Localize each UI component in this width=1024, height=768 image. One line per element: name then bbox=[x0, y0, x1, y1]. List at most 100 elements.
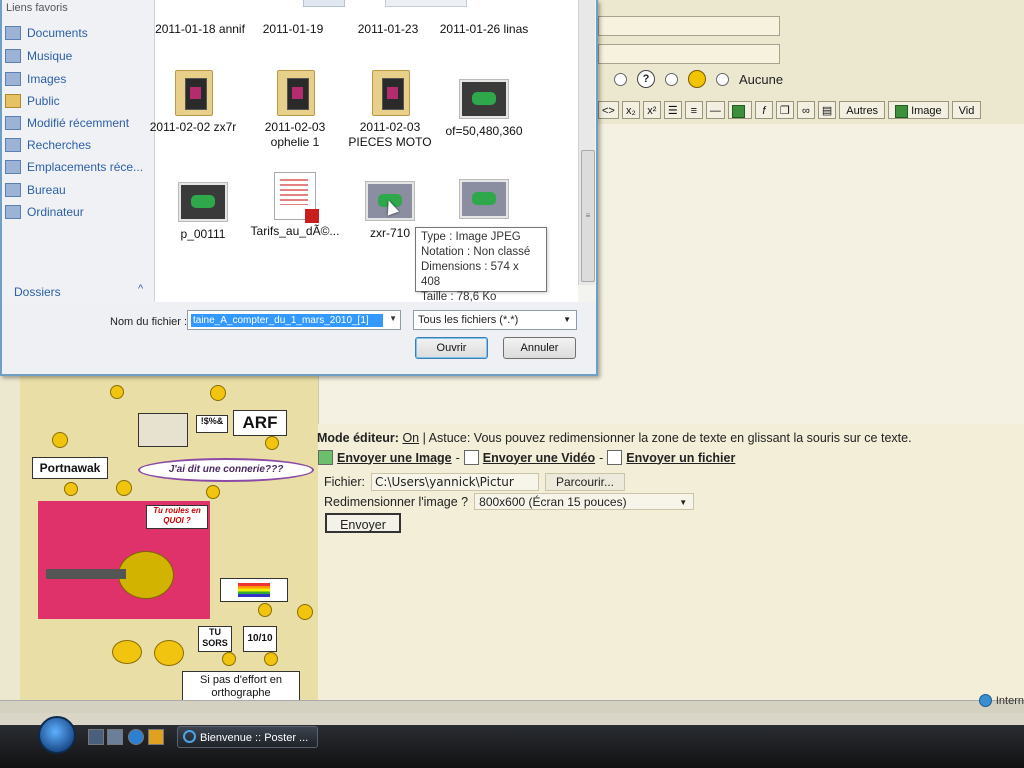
filename-input[interactable]: taine_A_compter_du_1_mars_2010_[1] ▼ bbox=[187, 310, 401, 330]
file-item[interactable]: 2011-02-03 PIECES MOTO bbox=[340, 70, 440, 150]
smiley-icon[interactable] bbox=[110, 385, 124, 399]
file-item[interactable] bbox=[434, 180, 534, 224]
video-button[interactable]: Vid bbox=[951, 101, 982, 119]
subscript-button[interactable]: x₂ bbox=[621, 101, 640, 119]
column-header-name[interactable] bbox=[303, 0, 345, 7]
smiley-icon[interactable] bbox=[64, 482, 78, 496]
submit-button[interactable]: Envoyer bbox=[325, 513, 401, 533]
superscript-button[interactable]: x² bbox=[642, 101, 661, 119]
radio-icon-question[interactable] bbox=[614, 72, 627, 86]
folder-icon bbox=[175, 70, 213, 116]
nav-recent[interactable]: Modifié récemment bbox=[5, 116, 129, 130]
smiley-icon[interactable] bbox=[297, 604, 313, 620]
tooltip-dimensions: Dimensions : 574 x 408 bbox=[421, 261, 519, 288]
radio-icon-smiley[interactable] bbox=[665, 72, 678, 86]
hr-button[interactable]: — bbox=[705, 101, 725, 119]
sign-arf[interactable]: ARF bbox=[233, 410, 287, 436]
sign-smiley[interactable] bbox=[138, 413, 188, 447]
smiley-icon[interactable] bbox=[206, 485, 220, 499]
send-video-link[interactable]: Envoyer une Vidéo bbox=[483, 451, 595, 465]
mode-toggle-link[interactable]: On bbox=[402, 431, 419, 445]
file-item[interactable]: 2011-01-18 annif bbox=[150, 22, 250, 37]
flash-button[interactable]: f bbox=[754, 101, 773, 119]
send-image-link[interactable]: Envoyer une Image bbox=[337, 451, 452, 465]
zone-label: Intern bbox=[995, 694, 1024, 707]
numbered-list-button[interactable]: ≡ bbox=[684, 101, 703, 119]
nav-images[interactable]: Images bbox=[5, 72, 66, 86]
taskbar-window-button[interactable]: Bienvenue :: Poster ... bbox=[177, 726, 318, 748]
ie-quicklaunch-icon[interactable] bbox=[128, 729, 144, 745]
dropdown-arrow-icon[interactable]: ▼ bbox=[389, 314, 397, 323]
copy-button[interactable]: ❐ bbox=[775, 101, 794, 119]
file-item[interactable]: p_00111 bbox=[153, 183, 253, 242]
smiley-icon[interactable] bbox=[116, 480, 132, 496]
rainbow-sign[interactable] bbox=[220, 578, 288, 602]
description-field[interactable] bbox=[598, 44, 780, 64]
autres-button[interactable]: Autres bbox=[839, 101, 886, 119]
smiley-icon[interactable] bbox=[52, 432, 68, 448]
show-desktop-icon[interactable] bbox=[88, 729, 104, 745]
nav-computer[interactable]: Ordinateur bbox=[5, 205, 84, 219]
start-button[interactable] bbox=[38, 716, 76, 754]
nav-desktop[interactable]: Bureau bbox=[5, 183, 66, 197]
media-player-icon[interactable] bbox=[148, 729, 164, 745]
bullet-list-button[interactable]: ☰ bbox=[663, 101, 682, 119]
smiley-icon[interactable] bbox=[154, 640, 184, 666]
smiley-icon[interactable] bbox=[265, 436, 279, 450]
smiley-card[interactable]: Tu roules en QUOI ? bbox=[38, 501, 210, 619]
smiley-icon[interactable] bbox=[222, 652, 236, 666]
documents-icon bbox=[5, 26, 21, 40]
sign-effort[interactable]: Si pas d'effort en orthographe bbox=[182, 671, 300, 701]
code-button[interactable]: <> bbox=[598, 101, 619, 119]
insert-image-icon-button[interactable] bbox=[727, 101, 752, 119]
filetype-select[interactable]: Tous les fichiers (*.*) ▼ bbox=[413, 310, 577, 330]
nav-public[interactable]: Public bbox=[5, 94, 60, 108]
folders-toggle[interactable]: Dossiers bbox=[14, 285, 61, 299]
smiley-icon[interactable] bbox=[264, 652, 278, 666]
image-button[interactable]: Image bbox=[888, 101, 949, 119]
column-header-date[interactable] bbox=[385, 0, 467, 7]
scrollbar-thumb[interactable]: ≡ bbox=[581, 150, 595, 282]
open-button[interactable]: Ouvrir bbox=[415, 337, 488, 359]
mode-label: Mode éditeur: bbox=[317, 431, 399, 445]
file-item[interactable]: 2011-02-02 zx7r bbox=[143, 70, 243, 135]
radio-none[interactable] bbox=[716, 72, 729, 86]
editor-toolbar: <> x₂ x² ☰ ≡ — f ❐ ∞ ▤ Autres Image Vid bbox=[598, 97, 1024, 123]
cancel-button[interactable]: Annuler bbox=[503, 337, 576, 359]
nav-recent-places[interactable]: Emplacements réce... bbox=[5, 160, 143, 174]
sign-tu-sors[interactable]: TU SORS bbox=[198, 626, 232, 652]
file-item[interactable]: Tarifs_au_dÃ©... bbox=[245, 172, 345, 239]
browse-button[interactable]: Parcourir... bbox=[544, 473, 626, 491]
file-item[interactable]: 2011-01-19 bbox=[243, 22, 343, 37]
file-item[interactable]: 2011-01-23 bbox=[338, 22, 438, 37]
images-icon bbox=[5, 72, 21, 86]
image-button-label: Image bbox=[911, 105, 942, 117]
file-item[interactable]: 2011-01-26 linas bbox=[434, 22, 534, 37]
nav-musique[interactable]: Musique bbox=[5, 49, 72, 63]
file-item[interactable]: of=50,480,360 bbox=[434, 80, 534, 139]
smiley-icon[interactable] bbox=[258, 603, 272, 617]
sign-score[interactable]: 10/10 bbox=[243, 626, 277, 652]
nav-searches[interactable]: Recherches bbox=[5, 138, 91, 152]
dropdown-arrow-icon: ▼ bbox=[563, 315, 571, 324]
link-button[interactable]: ∞ bbox=[796, 101, 815, 119]
nav-documents[interactable]: Documents bbox=[5, 26, 88, 40]
send-file-link[interactable]: Envoyer un fichier bbox=[626, 451, 735, 465]
tooltip-rating: Notation : Non classé bbox=[421, 246, 531, 258]
upload-area bbox=[318, 424, 1024, 702]
swear-sign[interactable]: !$%& bbox=[196, 415, 228, 433]
subject-field[interactable] bbox=[598, 16, 780, 36]
switch-windows-icon[interactable] bbox=[107, 729, 123, 745]
rainbow-flag-icon bbox=[238, 583, 270, 597]
table-button[interactable]: ▤ bbox=[817, 101, 837, 119]
bubble-sign[interactable]: J'ai dit une connerie??? bbox=[138, 458, 314, 482]
sign-portnawak[interactable]: Portnawak bbox=[32, 457, 108, 479]
smiley-icon[interactable] bbox=[112, 640, 142, 664]
vertical-scrollbar[interactable]: ≡ bbox=[578, 0, 595, 285]
file-path-input[interactable]: C:\Users\yannick\Pictur bbox=[370, 473, 539, 491]
chevron-up-icon[interactable]: ^ bbox=[138, 283, 143, 295]
file-name: 2011-02-03 ophelie 1 bbox=[264, 120, 326, 149]
smiley-icon[interactable] bbox=[210, 385, 226, 401]
file-item[interactable]: 2011-02-03 ophelie 1 bbox=[245, 70, 345, 150]
resize-select[interactable]: 800x600 (Écran 15 pouces) ▼ bbox=[474, 493, 695, 510]
